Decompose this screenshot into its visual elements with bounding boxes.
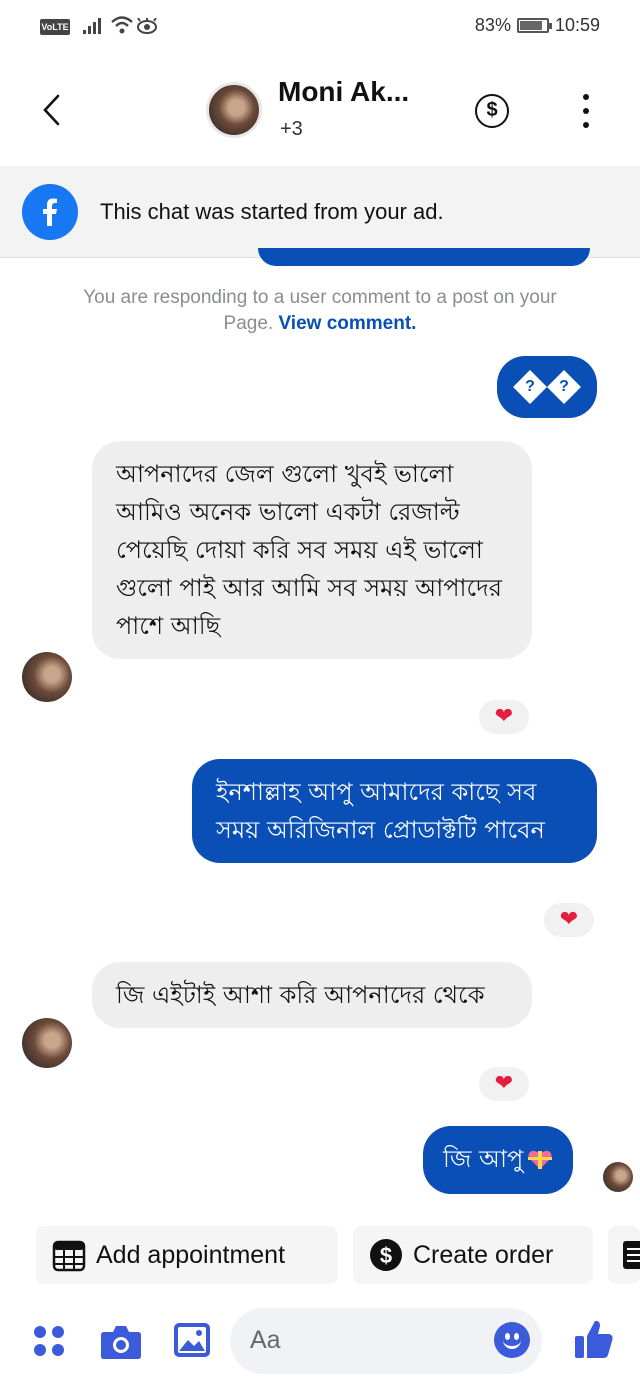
- calendar-icon: [52, 1240, 86, 1272]
- gift-heart-emoji-icon: [528, 1150, 553, 1169]
- dollar-icon: $: [370, 1239, 402, 1271]
- chip-label: Add appointment: [96, 1240, 286, 1269]
- status-right: 83% 10:59: [475, 15, 600, 36]
- create-order-button[interactable]: $ Create order: [353, 1226, 593, 1284]
- incoming-message[interactable]: জি এইটাই আশা করি আপনাদের থেকে: [92, 962, 532, 1028]
- clock: 10:59: [554, 15, 600, 35]
- outgoing-message[interactable]: ? ?: [497, 356, 597, 418]
- heart-icon: ❤: [494, 1071, 514, 1096]
- more-options-icon[interactable]: [578, 94, 594, 128]
- status-bar: VoLTE 83% 10:59: [0, 0, 640, 56]
- eye-comfort-icon: [137, 18, 157, 34]
- back-arrow-icon[interactable]: [38, 92, 66, 128]
- outgoing-message[interactable]: জি আপু: [423, 1126, 574, 1194]
- gallery-icon[interactable]: [173, 1322, 211, 1358]
- message-text: জি আপু: [443, 1145, 524, 1173]
- volte-icon: VoLTE: [40, 19, 70, 35]
- comment-notice: You are responding to a user comment to …: [80, 285, 560, 337]
- contact-avatar[interactable]: [206, 82, 262, 138]
- heart-icon: ❤: [494, 704, 514, 729]
- facebook-icon: [22, 184, 78, 240]
- incoming-message[interactable]: আপনাদের জেল গুলো খুবই ভালো আমিও অনেক ভাল…: [92, 441, 532, 659]
- chip-label: Create order: [413, 1240, 554, 1269]
- battery-percent: 83%: [474, 15, 511, 35]
- contact-name[interactable]: Moni Ak...: [278, 76, 409, 108]
- battery-fill: [519, 21, 542, 30]
- chat-header: Moni Ak... +3 $: [0, 56, 640, 166]
- unknown-glyph-icon: ?: [513, 370, 547, 404]
- like-thumb-icon[interactable]: [574, 1318, 614, 1360]
- sender-avatar[interactable]: [22, 1018, 72, 1068]
- wifi-icon: [111, 16, 133, 34]
- battery-icon: [516, 18, 552, 33]
- message-input[interactable]: Aa: [230, 1308, 542, 1374]
- view-comment-link[interactable]: View comment.: [278, 313, 416, 334]
- heart-reaction[interactable]: ❤: [542, 901, 596, 939]
- heart-reaction[interactable]: ❤: [477, 698, 531, 736]
- camera-icon[interactable]: [100, 1322, 142, 1360]
- apps-menu-icon[interactable]: [32, 1324, 66, 1358]
- sender-avatar[interactable]: [22, 652, 72, 702]
- banner-text: This chat was started from your ad.: [100, 199, 444, 224]
- heart-icon: ❤: [559, 907, 579, 932]
- payment-dollar-icon[interactable]: $: [475, 94, 509, 128]
- ad-origin-banner: This chat was started from your ad.: [0, 166, 640, 258]
- previous-message-bubble: [258, 248, 590, 266]
- add-appointment-button[interactable]: Add appointment: [36, 1226, 338, 1284]
- unknown-glyph-icon: ?: [547, 370, 581, 404]
- seen-avatar: [603, 1162, 633, 1192]
- emoji-icon[interactable]: [494, 1322, 530, 1358]
- signal-icon: [83, 18, 101, 34]
- contact-subtitle: +3: [280, 118, 303, 140]
- message-placeholder: Aa: [250, 1326, 281, 1354]
- document-icon: [623, 1241, 640, 1269]
- more-quick-action[interactable]: [608, 1226, 640, 1284]
- heart-reaction[interactable]: ❤: [477, 1065, 531, 1103]
- svg-text:$: $: [380, 1243, 392, 1268]
- outgoing-message[interactable]: ইনশাল্লাহ আপু আমাদের কাছে সব সময় অরিজিন…: [192, 759, 597, 863]
